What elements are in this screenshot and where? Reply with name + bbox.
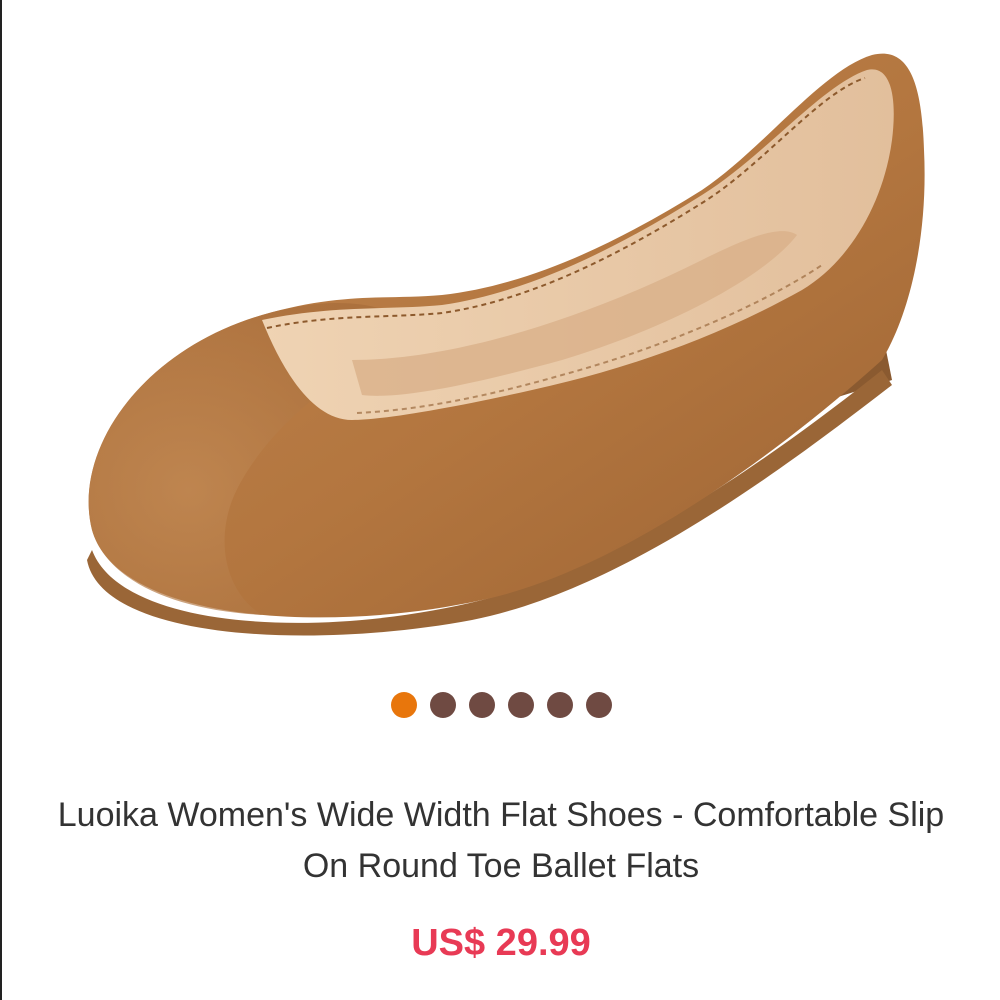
carousel-dot-2[interactable] — [429, 692, 456, 718]
carousel-dot-6[interactable] — [585, 692, 612, 718]
image-carousel-dots — [2, 692, 1000, 718]
product-price: US$ 29.99 — [411, 922, 591, 964]
carousel-dot-4[interactable] — [507, 692, 534, 718]
shoe-illustration — [87, 53, 925, 636]
product-page: Luoika Women's Wide Width Flat Shoes - C… — [0, 0, 1000, 1000]
carousel-dot-1[interactable] — [390, 692, 417, 718]
carousel-dot-3[interactable] — [468, 692, 495, 718]
product-image[interactable] — [62, 30, 942, 650]
product-title[interactable]: Luoika Women's Wide Width Flat Shoes - C… — [42, 790, 960, 892]
carousel-dot-5[interactable] — [546, 692, 573, 718]
